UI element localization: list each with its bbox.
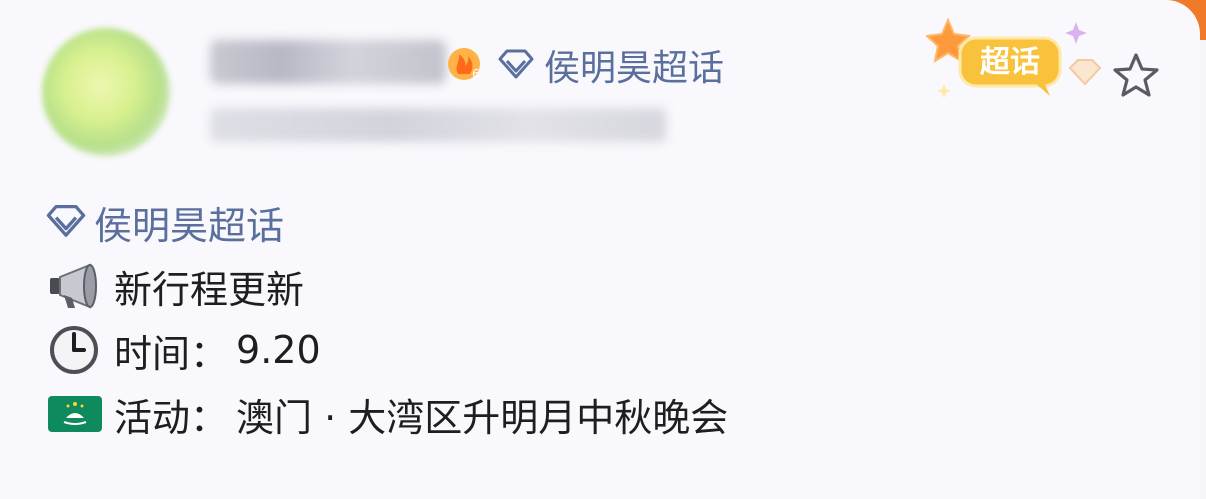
diamond-icon: [498, 49, 534, 79]
super-topic-badge-label: 超话: [980, 45, 1040, 80]
header-topic-label: 侯明昊超话: [544, 48, 725, 89]
time-label: 时间：: [114, 331, 229, 376]
clock-emoji: [50, 326, 98, 374]
topic-tag-link[interactable]: 侯明昊超话: [44, 190, 1160, 254]
super-topic-badge[interactable]: 超话: [926, 16, 1106, 100]
post-title: 新行程更新: [114, 267, 305, 312]
post-time-line: 时间： 9.20: [44, 318, 1160, 382]
time-value: 9.20: [236, 328, 321, 372]
post-title-line: 新行程更新: [44, 254, 1160, 318]
post-card: 6 侯明昊超话 超话 侯明昊超话 新行程更新 时间： 9.20 活动： 澳门 ·…: [0, 0, 1200, 499]
macau-flag-emoji: [48, 396, 102, 432]
header-topic-link[interactable]: 侯明昊超话: [496, 40, 724, 90]
event-value: 澳门 · 大湾区升明月中秋晚会: [236, 395, 729, 440]
sparkle-icon: [937, 84, 951, 98]
diamond-icon: [1068, 59, 1102, 86]
post-event-line: 活动： 澳门 · 大湾区升明月中秋晚会: [44, 382, 1160, 446]
sparkle-icon: [1065, 22, 1087, 44]
topic-tag-label: 侯明昊超话: [94, 203, 285, 248]
post-body: 侯明昊超话 新行程更新 时间： 9.20 活动： 澳门 · 大湾区升明月中秋晚会: [44, 190, 1160, 446]
star-outline-icon[interactable]: [1110, 50, 1162, 102]
flame-level-icon: 6: [448, 48, 480, 81]
diamond-icon: [46, 204, 86, 237]
megaphone-emoji: [50, 263, 97, 309]
event-label: 活动：: [114, 395, 229, 440]
username-blurred[interactable]: [210, 40, 446, 84]
post-meta-blurred: [210, 108, 666, 142]
svg-text:6: 6: [472, 67, 480, 81]
fan-level-badge: 6: [444, 44, 484, 84]
avatar[interactable]: [42, 28, 170, 156]
